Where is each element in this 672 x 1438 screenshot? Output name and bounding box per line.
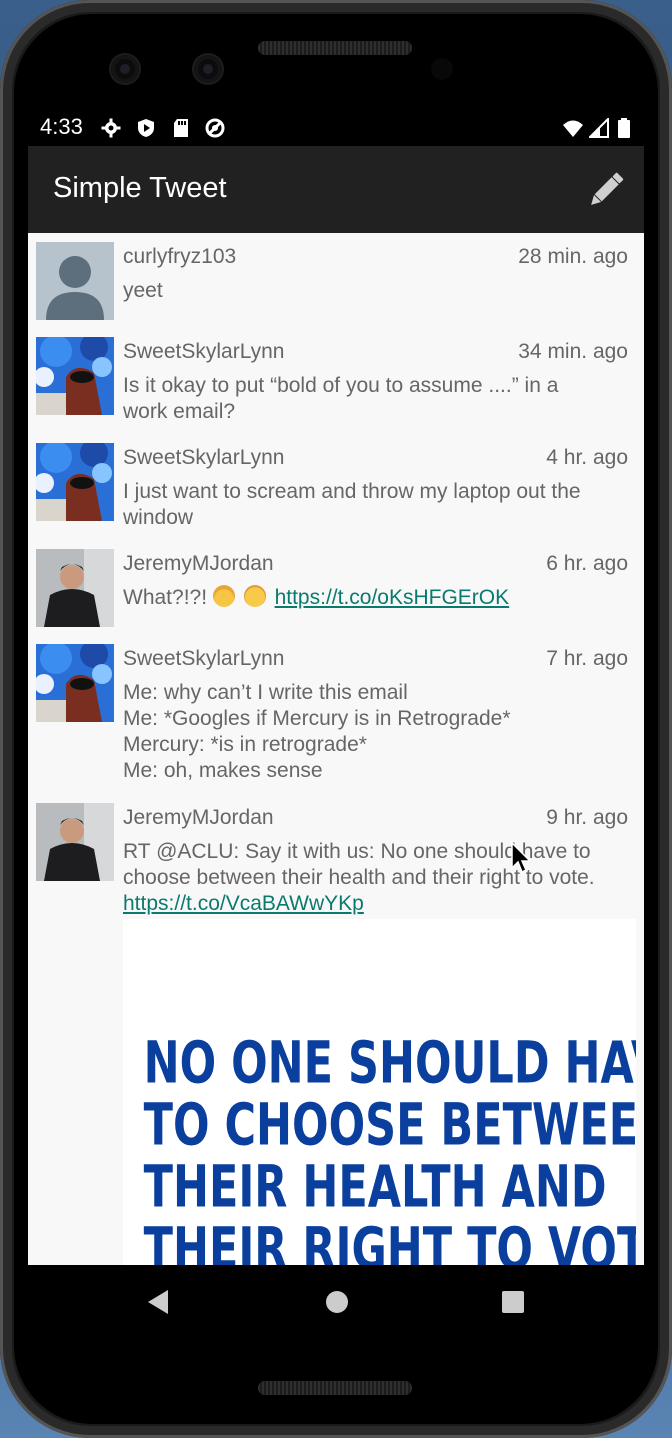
tweet-handle[interactable]: SweetSkylarLynn <box>123 340 284 364</box>
app-title: Simple Tweet <box>53 172 227 204</box>
tweet-time: 28 min. ago <box>518 245 628 268</box>
front-camera <box>111 55 139 83</box>
tweet-body: yeet <box>123 278 633 304</box>
media-text-graphic: NO ONE SHOULD HAVE TO CHOOSE BETWEEN THE… <box>144 1029 636 1265</box>
skylar-avatar[interactable] <box>36 443 114 521</box>
tweet-text: Is it okay to put “bold of you to assume… <box>123 374 559 397</box>
partying-face-emoji <box>243 585 266 607</box>
back-icon[interactable] <box>146 1289 170 1315</box>
tweet-text: What?!?! <box>123 586 213 609</box>
tweet-text: I just want to scream and throw my lapto… <box>123 480 581 503</box>
tweet-handle[interactable]: curlyfryz103 <box>123 245 236 269</box>
tweet-body: Me: why can’t I write this email Me: *Go… <box>123 680 633 784</box>
media-line-1: NO ONE SHOULD HAVE <box>144 1029 636 1096</box>
battery-icon <box>618 118 630 138</box>
tweet-time: 6 hr. ago <box>546 552 628 575</box>
tweet-body: Is it okay to put “bold of you to assume… <box>123 373 633 425</box>
media-line-2: TO CHOOSE BETWEEN <box>144 1091 636 1158</box>
tweet-link[interactable]: https://t.co/VcaBAWwYKp <box>123 892 364 915</box>
at-sign-icon <box>205 118 225 138</box>
tweet-text: yeet <box>123 279 163 302</box>
home-icon[interactable] <box>325 1289 349 1315</box>
front-sensor <box>194 55 222 83</box>
mouse-cursor-icon <box>511 842 531 874</box>
gear-icon <box>101 118 121 138</box>
screen: 4:33 Simple Tweet curlyfryz103 28 min. a… <box>28 108 644 1340</box>
tweet-text: choose between their health and their ri… <box>123 866 595 889</box>
signal-icon <box>589 118 609 138</box>
skylar-avatar[interactable] <box>36 337 114 415</box>
tweet-text: window <box>123 506 194 529</box>
skylar-avatar[interactable] <box>36 644 114 722</box>
tweet-body: RT @ACLU: Say it with us: No one should … <box>123 839 633 917</box>
tweet-time: 9 hr. ago <box>546 806 628 829</box>
shield-play-icon <box>138 119 154 137</box>
system-nav-bar <box>28 1265 644 1340</box>
tweet-handle[interactable]: SweetSkylarLynn <box>123 446 284 470</box>
tweet-text-line: What?!?! https://t.co/oKsHFGErOK <box>123 585 633 611</box>
tweet-text: RT @ACLU: Say it with us: No one should … <box>123 840 591 863</box>
tweet-timeline[interactable]: curlyfryz103 28 min. ago yeet SweetSkyla… <box>28 233 644 1265</box>
exploding-head-emoji <box>212 585 235 607</box>
wifi-icon <box>563 120 583 137</box>
tweet-text: Me: *Googles if Mercury is in Retrograde… <box>123 707 511 730</box>
tweet-body: I just want to scream and throw my lapto… <box>123 479 633 531</box>
recents-icon[interactable] <box>501 1289 525 1315</box>
jeremy-avatar[interactable] <box>36 549 114 627</box>
phone-frame: 4:33 Simple Tweet curlyfryz103 28 min. a… <box>0 0 672 1438</box>
status-bar: 4:33 <box>28 108 644 146</box>
tweet-time: 4 hr. ago <box>546 446 628 469</box>
proximity-sensor <box>431 58 453 80</box>
media-line-4: THEIR RIGHT TO VOTE. <box>144 1215 636 1265</box>
sd-card-icon <box>174 119 188 137</box>
tweet-text: Me: oh, makes sense <box>123 759 323 782</box>
pencil-icon[interactable] <box>584 168 628 212</box>
status-time: 4:33 <box>40 114 83 139</box>
tweet-text: Mercury: *is in retrograde* <box>123 733 367 756</box>
tweet-handle[interactable]: JeremyMJordan <box>123 806 274 830</box>
tweet-body: What?!?! https://t.co/oKsHFGErOK <box>123 585 633 611</box>
tweet-text: Me: why can’t I write this email <box>123 681 408 704</box>
tweet-link[interactable]: https://t.co/oKsHFGErOK <box>275 586 510 609</box>
media-line-3: THEIR HEALTH AND <box>144 1153 607 1220</box>
tweet-text: work email? <box>123 400 236 423</box>
tweet-handle[interactable]: JeremyMJordan <box>123 552 274 576</box>
jeremy-avatar[interactable] <box>36 803 114 881</box>
tweet-time: 34 min. ago <box>518 340 628 363</box>
tweet-time: 7 hr. ago <box>546 647 628 670</box>
default-avatar[interactable] <box>36 242 114 320</box>
app-bar: Simple Tweet <box>28 146 644 233</box>
bottom-speaker <box>258 1381 412 1395</box>
top-speaker <box>258 41 412 55</box>
tweet-media-image[interactable]: NO ONE SHOULD HAVE TO CHOOSE BETWEEN THE… <box>123 919 636 1265</box>
tweet-handle[interactable]: SweetSkylarLynn <box>123 647 284 671</box>
